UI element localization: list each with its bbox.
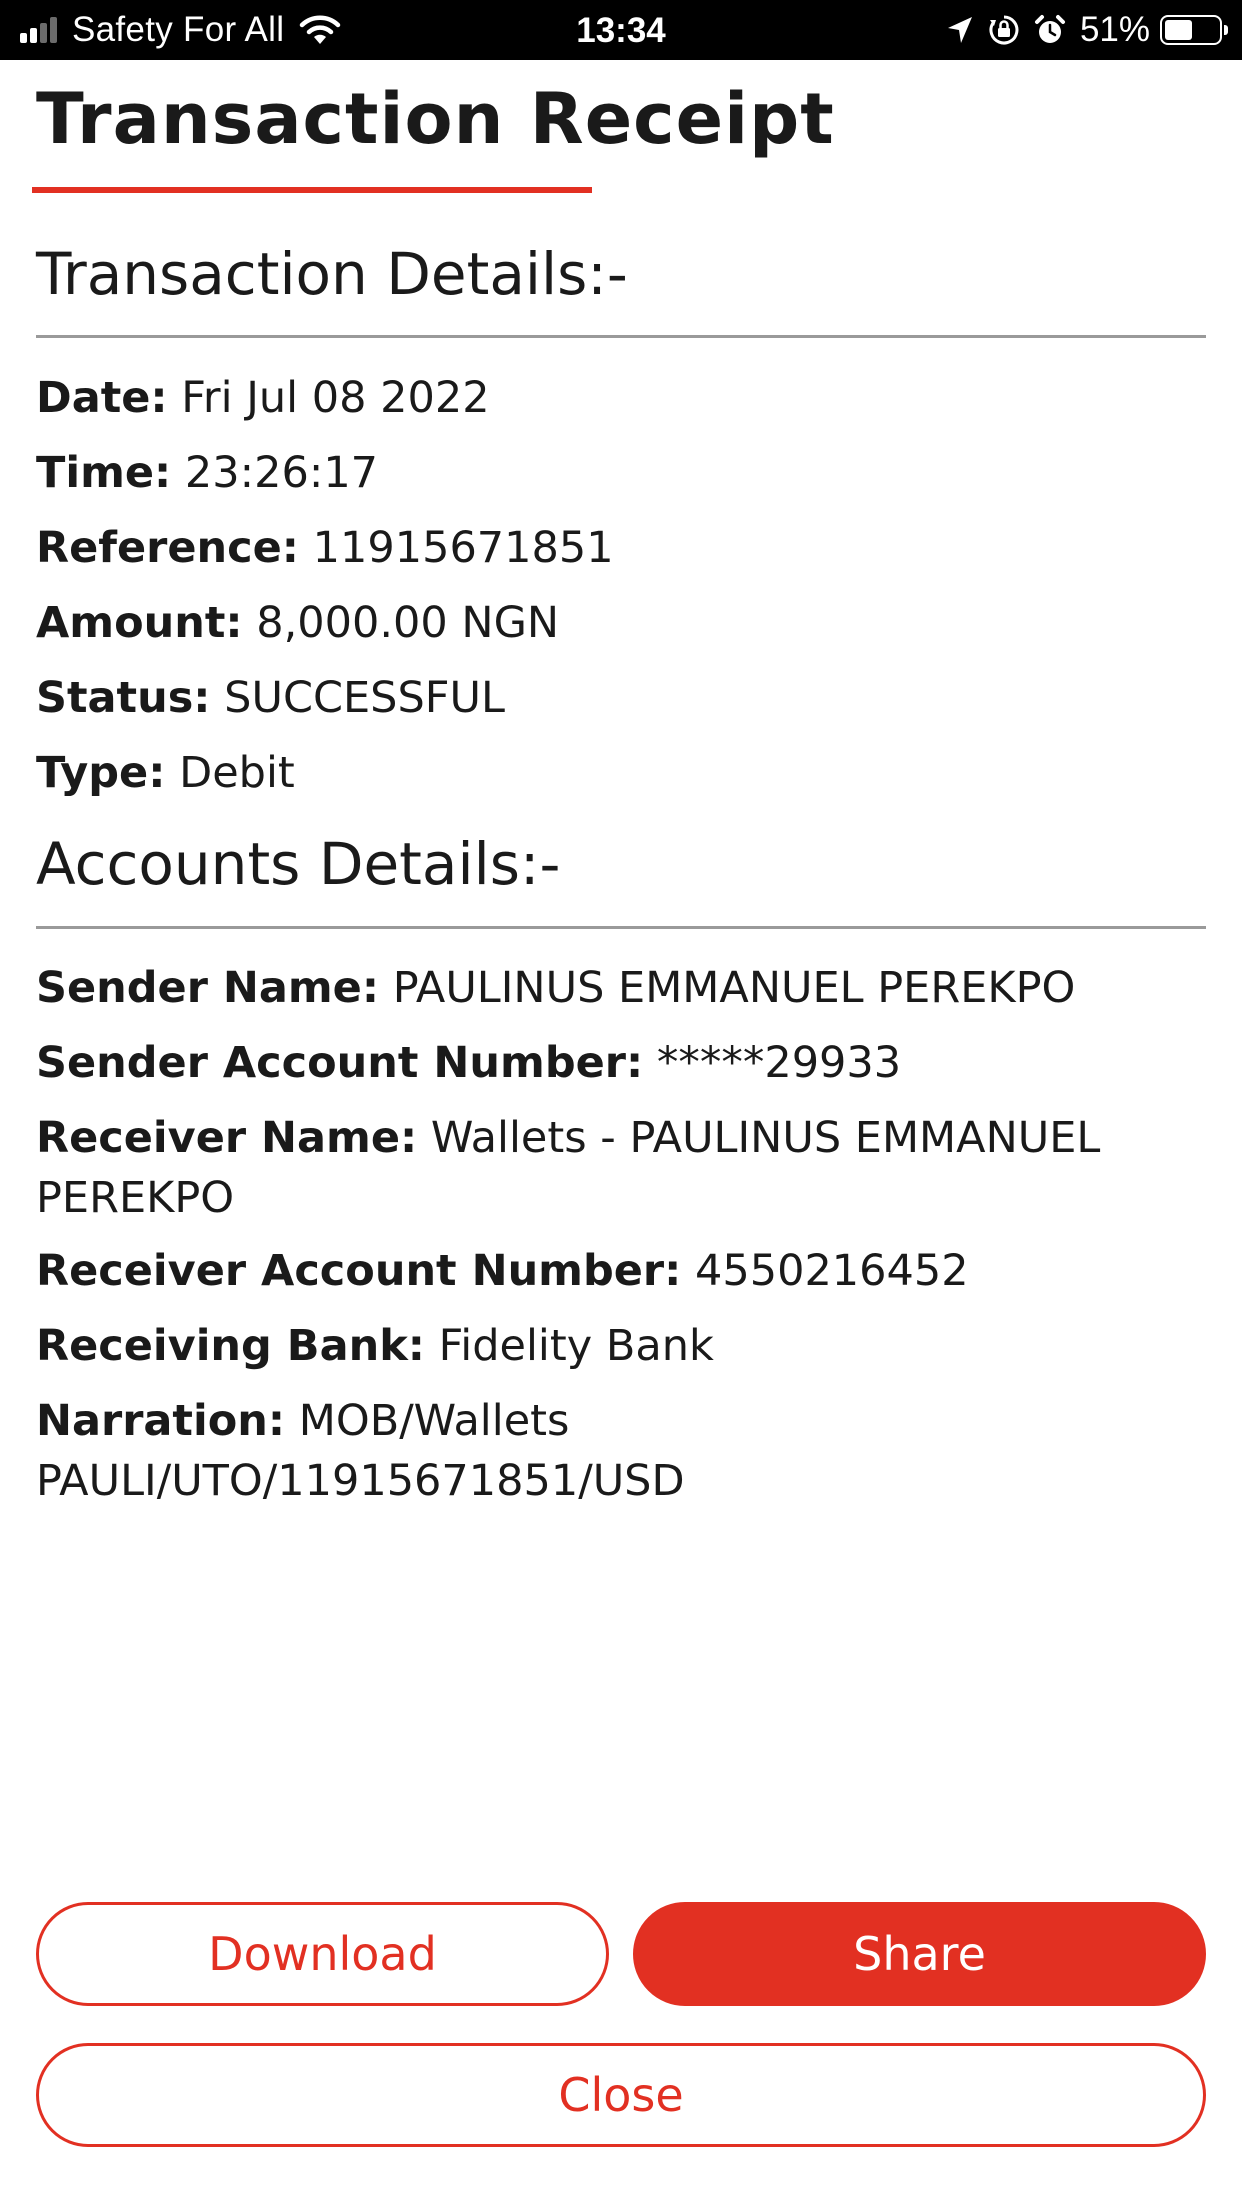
detail-label: Reference: xyxy=(36,523,299,573)
battery-icon xyxy=(1160,15,1228,45)
detail-row-receiving-bank: Receiving Bank: Fidelity Bank xyxy=(36,1316,1206,1376)
detail-row-type: Type: Debit xyxy=(36,743,1206,803)
detail-label: Receiver Account Number: xyxy=(36,1246,682,1296)
detail-label: Amount: xyxy=(36,598,243,648)
detail-label: Time: xyxy=(36,448,172,498)
detail-value: Fri Jul 08 2022 xyxy=(181,373,490,423)
alarm-clock-icon xyxy=(1034,15,1065,43)
detail-row-time: Time: 23:26:17 xyxy=(36,443,1206,503)
detail-row-sender-name: Sender Name: PAULINUS EMMANUEL PEREKPO xyxy=(36,958,1206,1018)
detail-row-status: Status: SUCCESSFUL xyxy=(36,668,1206,728)
detail-label: Receiver Name: xyxy=(36,1113,418,1163)
battery-percent: 51% xyxy=(1079,10,1150,49)
detail-label: Type: xyxy=(36,748,166,798)
close-button[interactable]: Close xyxy=(36,2043,1206,2147)
detail-label: Narration: xyxy=(36,1396,286,1446)
detail-row-date: Date: Fri Jul 08 2022 xyxy=(36,368,1206,428)
detail-value: Fidelity Bank xyxy=(438,1321,714,1371)
detail-label: Status: xyxy=(36,673,211,723)
detail-row-sender-account-number: Sender Account Number: *****29933 xyxy=(36,1033,1206,1093)
account-details-heading: Accounts Details:- xyxy=(36,830,561,898)
share-button[interactable]: Share xyxy=(633,1902,1206,2006)
detail-value: Debit xyxy=(179,748,295,798)
detail-label: Receiving Bank: xyxy=(36,1321,425,1371)
detail-row-receiver-name: Receiver Name: Wallets - PAULINUS EMMANU… xyxy=(36,1108,1206,1228)
detail-value: PAULINUS EMMANUEL PEREKPO xyxy=(392,963,1076,1013)
status-bar-right: 51% xyxy=(932,0,1228,60)
title-underline xyxy=(32,187,592,193)
detail-value: 11915671851 xyxy=(312,523,614,573)
detail-value: *****29933 xyxy=(656,1038,902,1088)
battery-level xyxy=(1165,20,1192,40)
transaction-details-heading: Transaction Details:- xyxy=(36,240,628,308)
detail-label: Date: xyxy=(36,373,168,423)
detail-row-reference: Reference: 11915671851 xyxy=(36,518,1206,578)
detail-label: Sender Account Number: xyxy=(36,1038,644,1088)
page-title: Transaction Receipt xyxy=(36,78,835,160)
status-bar: Safety For All 13:34 51% xyxy=(0,0,1242,60)
orientation-lock-icon xyxy=(989,15,1019,45)
detail-value: 23:26:17 xyxy=(184,448,379,498)
detail-row-narration: Narration: MOB/Wallets PAULI/UTO/1191567… xyxy=(36,1391,1206,1511)
detail-value: SUCCESSFUL xyxy=(224,673,505,723)
detail-label: Sender Name: xyxy=(36,963,380,1013)
detail-value: 8,000.00 NGN xyxy=(256,598,560,648)
section-divider xyxy=(36,335,1206,338)
detail-row-amount: Amount: 8,000.00 NGN xyxy=(36,593,1206,653)
section-divider xyxy=(36,926,1206,929)
detail-row-receiver-account-number: Receiver Account Number: 4550216452 xyxy=(36,1241,1206,1301)
detail-value: 4550216452 xyxy=(695,1246,969,1296)
download-button[interactable]: Download xyxy=(36,1902,609,2006)
location-arrow-icon xyxy=(947,17,972,43)
